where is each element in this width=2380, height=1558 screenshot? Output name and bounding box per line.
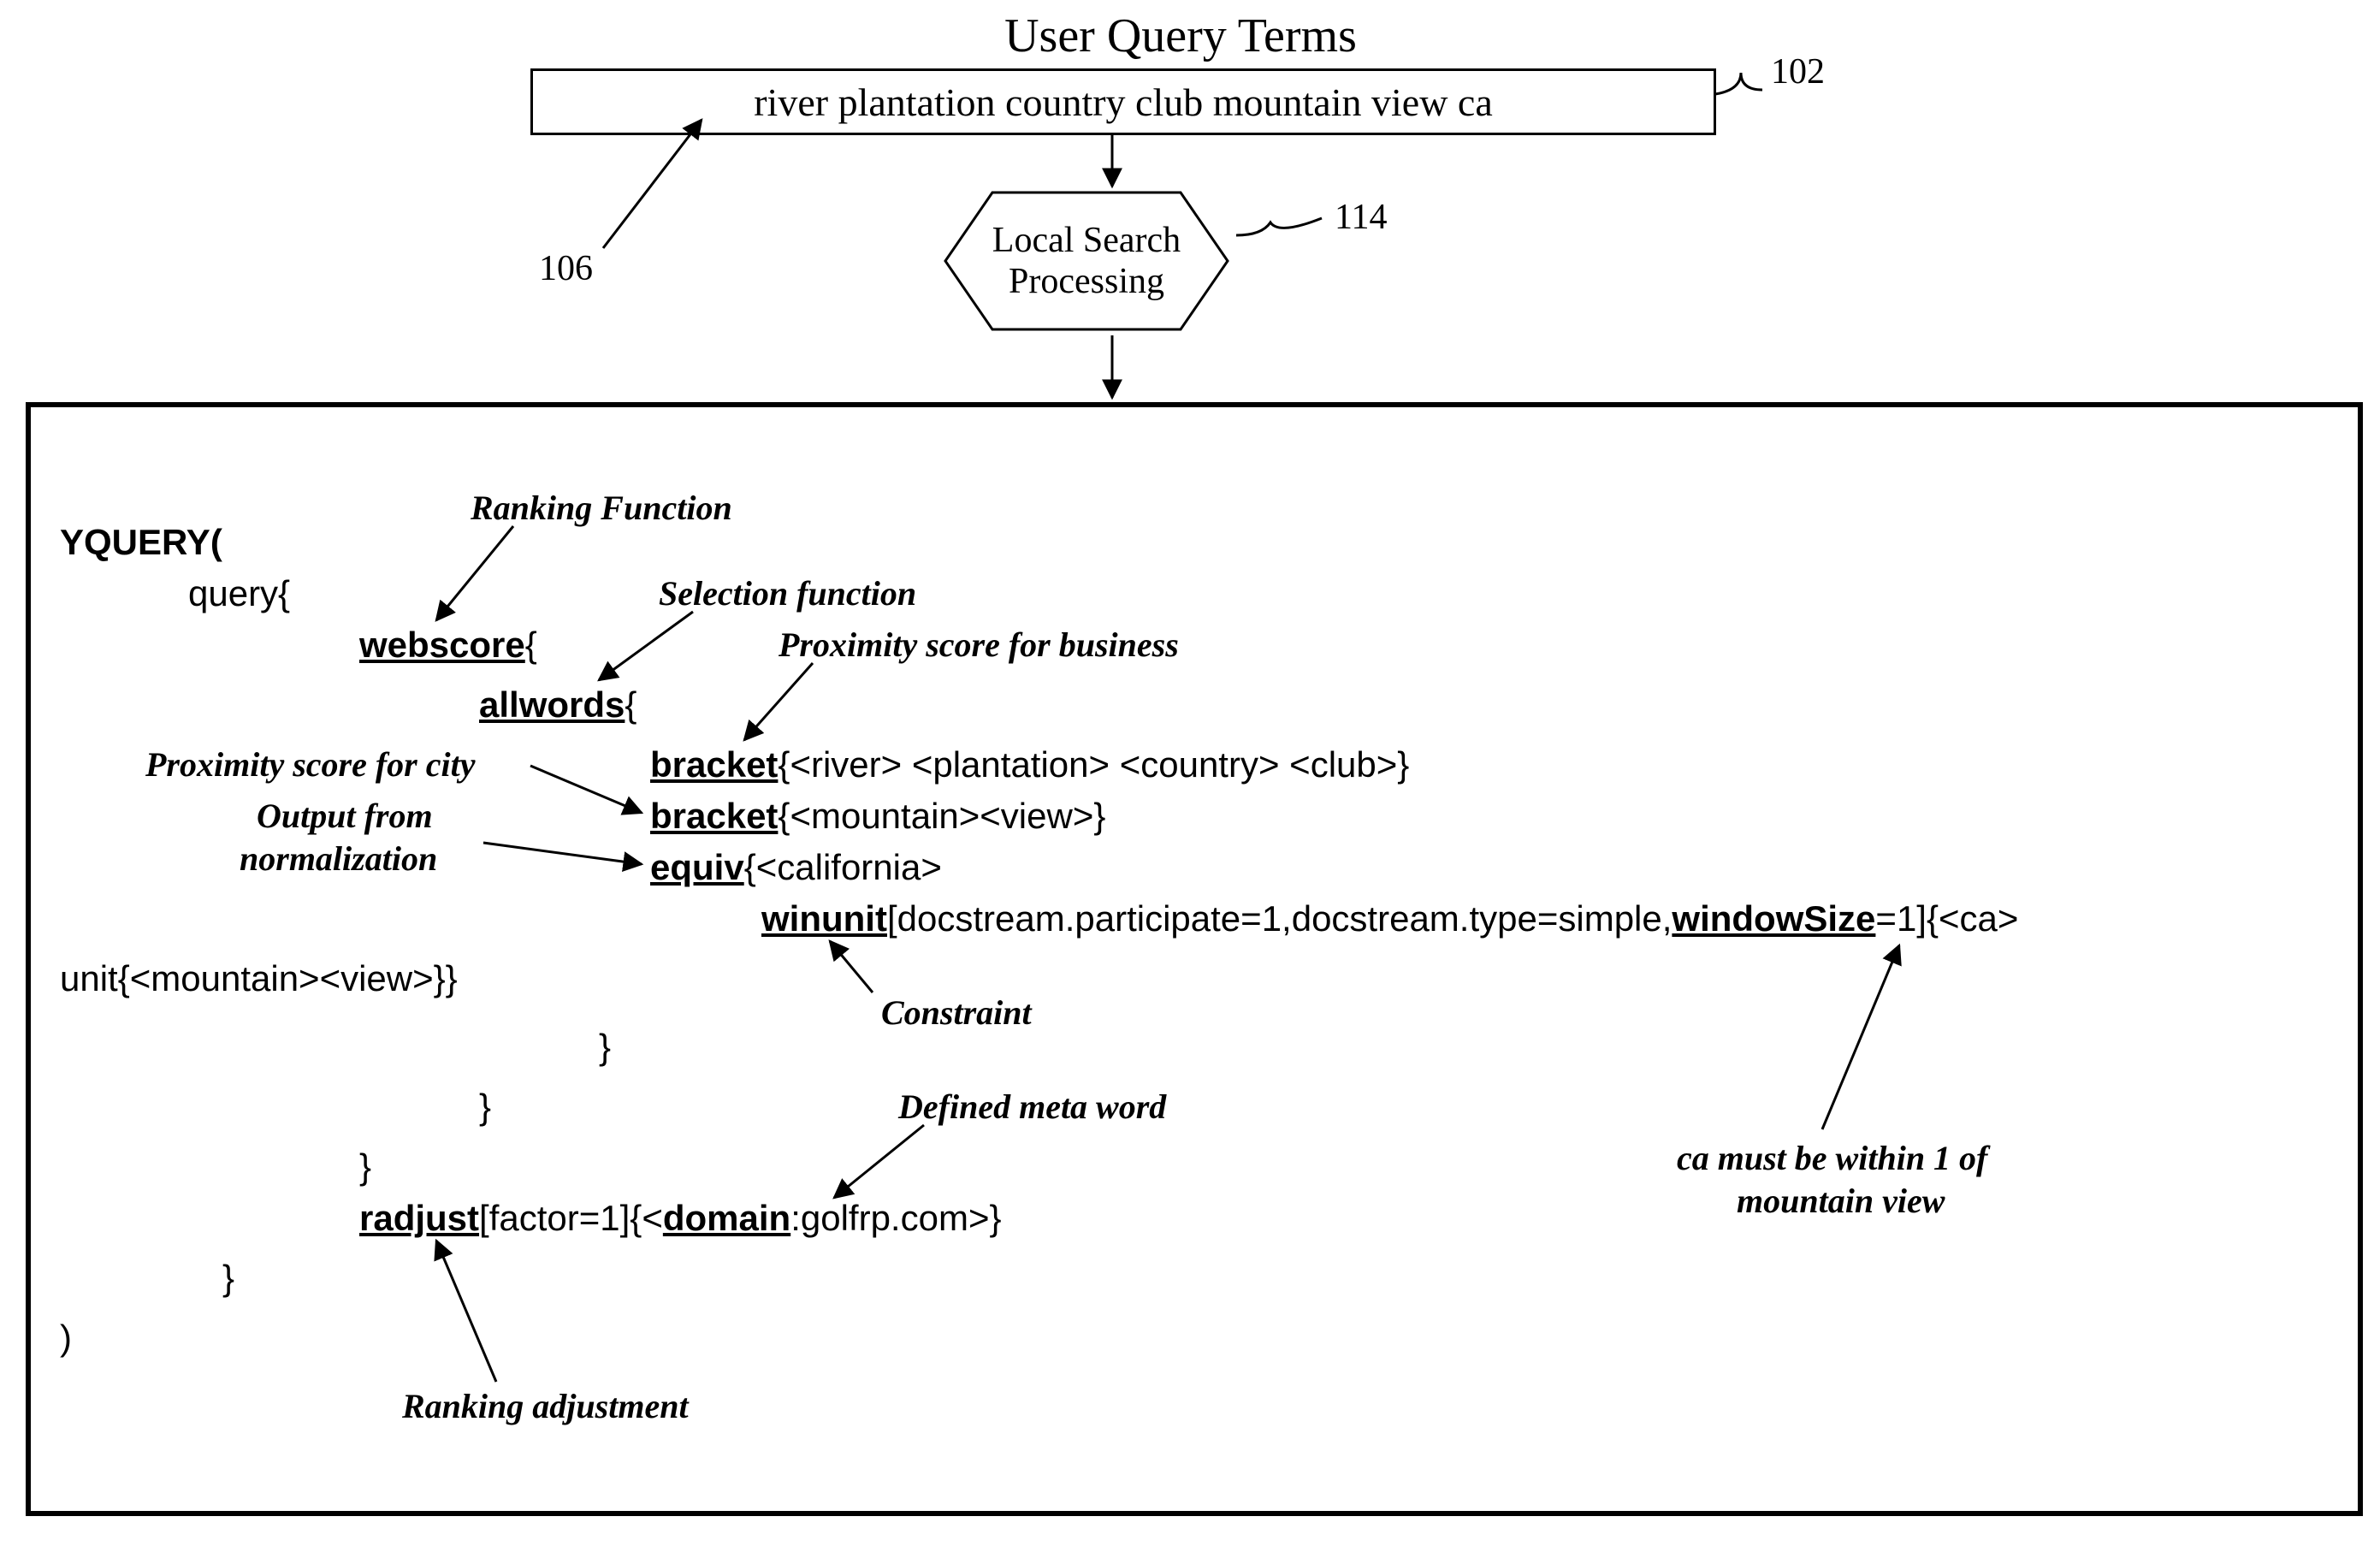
label-constraint: Constraint (881, 992, 1032, 1033)
label-ca-within1: ca must be within 1 of (1677, 1138, 1987, 1178)
radjust-end: :golfrp.com>} (790, 1198, 1001, 1238)
close-paren: ) (60, 1318, 72, 1359)
bracket1-line: bracket{<river> <plantation> <country> <… (650, 744, 1409, 785)
ref-102: 102 (1771, 51, 1825, 92)
close-brace-4: } (222, 1258, 234, 1299)
winunit-mid: [docstream.participate=1,docstream.type=… (887, 898, 1672, 939)
user-query-box: river plantation country club mountain v… (530, 68, 1716, 135)
equiv-kw: equiv (650, 847, 744, 887)
bracket1-kw: bracket (650, 744, 778, 785)
label-output-norm1: Output from (257, 796, 433, 836)
hex-line2: Processing (1009, 262, 1164, 301)
ref-106: 106 (539, 248, 593, 289)
label-ranking-adj: Ranking adjustment (402, 1386, 689, 1426)
local-search-processing-node: Local Search Processing (941, 188, 1232, 334)
close-brace-3: } (359, 1146, 371, 1188)
windowsize-kw: windowSize (1672, 898, 1875, 939)
bracket1-tail: {<river> <plantation> <country> <club>} (778, 744, 1409, 785)
winunit-end: =1]{<ca> (1875, 898, 2018, 939)
yquery-head: YQUERY( (60, 522, 222, 563)
yquery-query: query{ (188, 573, 290, 614)
label-defined-meta: Defined meta word (898, 1087, 1166, 1127)
bracket2-kw: bracket (650, 796, 778, 836)
bracket2-line: bracket{<mountain><view>} (650, 796, 1105, 837)
label-proximity-business: Proximity score for business (779, 625, 1179, 665)
label-ca-within2: mountain view (1737, 1181, 1945, 1221)
webscore-kw: webscore (359, 625, 525, 665)
label-proximity-city: Proximity score for city (145, 744, 475, 785)
allwords-line: allwords{ (479, 684, 636, 726)
bracket2-tail: {<mountain><view>} (778, 796, 1105, 836)
user-query-text: river plantation country club mountain v… (754, 80, 1493, 125)
open-brace-1: { (525, 625, 537, 665)
label-ranking-function: Ranking Function (471, 488, 732, 528)
title-text: User Query Terms (1004, 9, 1357, 62)
open-brace-2: { (625, 684, 636, 725)
close-brace-2: } (479, 1087, 491, 1128)
label-output-norm2: normalization (240, 838, 437, 879)
radjust-mid: [factor=1]{< (479, 1198, 663, 1238)
ref-114: 114 (1335, 197, 1387, 238)
radjust-kw: radjust (359, 1198, 479, 1238)
label-selection-function: Selection function (659, 573, 916, 613)
winunit-kw: winunit (761, 898, 887, 939)
equiv-tail: {<california> (744, 847, 942, 887)
domain-kw: domain (663, 1198, 790, 1238)
equiv-line: equiv{<california> (650, 847, 942, 888)
hex-line1: Local Search (992, 221, 1181, 260)
winunit-line: winunit[docstream.participate=1,docstrea… (761, 898, 2018, 939)
webscore-line: webscore{ (359, 625, 537, 666)
radjust-line: radjust[factor=1]{<domain:golfrp.com>} (359, 1198, 1002, 1239)
allwords-kw: allwords (479, 684, 625, 725)
diagram-title: User Query Terms (753, 9, 1608, 63)
unit-line: unit{<mountain><view>}} (60, 958, 458, 999)
close-brace-1: } (599, 1027, 611, 1068)
